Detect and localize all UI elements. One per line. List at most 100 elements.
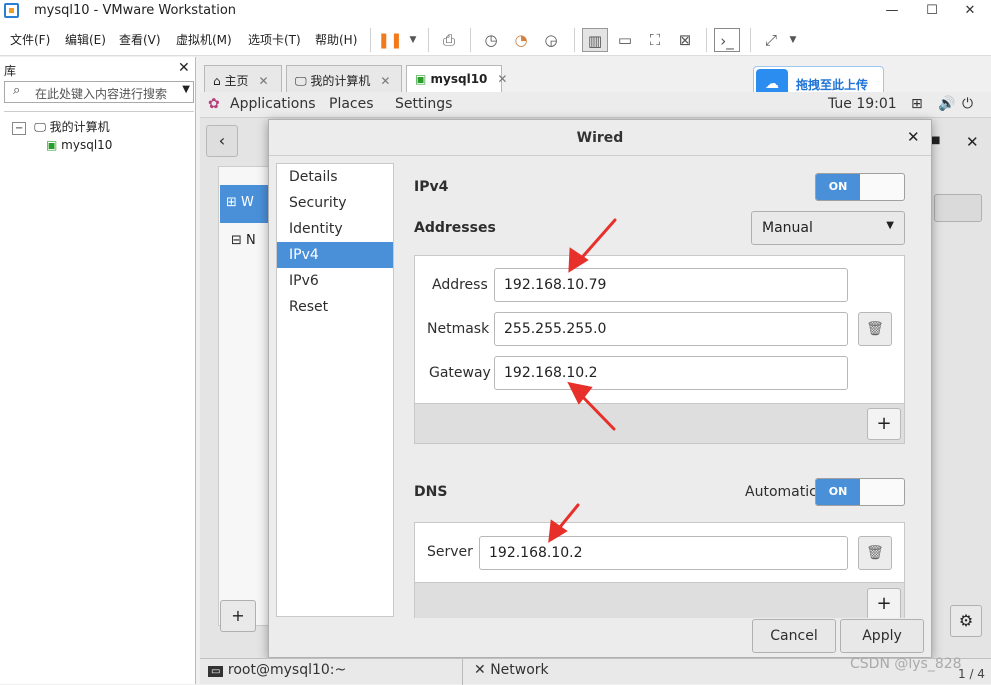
- addresses-heading: Addresses: [414, 220, 496, 236]
- gateway-label: Gateway: [429, 365, 491, 381]
- taskbar-item-terminal[interactable]: ▭ root@mysql10:~: [208, 662, 346, 684]
- device-switch[interactable]: [934, 194, 982, 222]
- collapse-icon[interactable]: −: [12, 122, 27, 135]
- chevron-down-icon[interactable]: ▼: [780, 28, 806, 52]
- console-icon[interactable]: ›_: [714, 28, 740, 52]
- maximize-button[interactable]: ☐: [912, 0, 952, 22]
- close-window-button[interactable]: ✕: [950, 0, 990, 22]
- settings-minimize-button[interactable]: ■: [931, 135, 940, 146]
- minimize-button[interactable]: —: [872, 0, 912, 22]
- library-tree: − 🖵 我的计算机 ▣ mysql10: [4, 111, 194, 681]
- network-status-icon[interactable]: ⊞: [911, 96, 923, 112]
- netmask-field[interactable]: 255.255.255.0: [494, 312, 848, 346]
- netmask-label: Netmask: [427, 321, 490, 337]
- taskbar-item-label: Network: [490, 662, 549, 678]
- gateway-field[interactable]: 192.168.10.2: [494, 356, 848, 390]
- close-icon[interactable]: ✕: [497, 72, 507, 86]
- tab-mysql10[interactable]: ▣ mysql10 ✕: [406, 65, 507, 92]
- settings-close-button[interactable]: ✕: [966, 133, 979, 151]
- thumbnail-view-icon[interactable]: ▭: [612, 28, 638, 52]
- dialog-close-button[interactable]: ✕: [907, 128, 920, 146]
- dns-automatic-label: Automatic: [745, 484, 817, 500]
- sidebar-item-identity[interactable]: Identity: [277, 216, 393, 242]
- addresses-method-select[interactable]: Manual ▼: [751, 211, 905, 245]
- add-dns-button[interactable]: +: [867, 588, 901, 618]
- library-close-button[interactable]: ✕: [178, 60, 190, 76]
- sidebar-item-reset[interactable]: Reset: [277, 294, 393, 320]
- gnome-top-bar: ✿ Applications Places Settings Tue 19:01…: [200, 92, 991, 118]
- tools-icon: ✕: [474, 662, 486, 678]
- device-wired-item[interactable]: ⊞ W: [220, 185, 270, 223]
- menu-view[interactable]: 查看(V): [119, 31, 161, 48]
- dns-footer: +: [415, 582, 904, 618]
- taskbar-item-label: root@mysql10:~: [227, 662, 347, 678]
- toolbar-separator: [706, 28, 707, 52]
- tab-my-computer[interactable]: 🖵 我的计算机 ✕: [286, 65, 402, 92]
- menu-edit[interactable]: 编辑(E): [65, 31, 106, 48]
- chevron-down-icon[interactable]: ▼: [400, 28, 426, 52]
- sidebar-item-details[interactable]: Details: [277, 164, 393, 190]
- gear-icon[interactable]: ⚙: [950, 605, 982, 637]
- menu-file[interactable]: 文件(F): [10, 31, 50, 48]
- menu-vm[interactable]: 虚拟机(M): [176, 31, 232, 48]
- cancel-button[interactable]: Cancel: [752, 619, 836, 653]
- vm-running-icon: ▣: [415, 72, 427, 86]
- switch-on-label: ON: [816, 479, 860, 505]
- taskbar-item-network[interactable]: ✕ Network: [474, 662, 549, 684]
- add-address-button[interactable]: +: [867, 408, 901, 440]
- dns-automatic-toggle[interactable]: ON: [815, 478, 905, 506]
- sidebar-item-security[interactable]: Security: [277, 190, 393, 216]
- apply-button[interactable]: Apply: [840, 619, 924, 653]
- add-device-button[interactable]: +: [220, 600, 256, 632]
- unity-icon[interactable]: ⊠: [672, 28, 698, 52]
- ipv4-toggle[interactable]: ON: [815, 173, 905, 201]
- window-title: mysql10 - VMware Workstation: [34, 3, 237, 18]
- upload-label: 拖拽至此上传: [796, 78, 869, 92]
- close-icon[interactable]: ✕: [380, 74, 390, 88]
- library-search-input[interactable]: ⌕ 在此处键入内容进行搜索 ▼: [4, 81, 194, 103]
- snapshot-manager-icon[interactable]: ◶: [538, 28, 564, 52]
- toolbar-separator: [470, 28, 471, 52]
- watermark: CSDN @lys_828: [850, 656, 962, 672]
- menu-tabs[interactable]: 选项卡(T): [248, 31, 301, 48]
- toolbar-separator: [428, 28, 429, 52]
- dialog-sidebar: Details Security Identity IPv4 IPv6 Rese…: [276, 163, 394, 617]
- address-field[interactable]: 192.168.10.79: [494, 268, 848, 302]
- toolbar-separator: [370, 28, 371, 52]
- tree-item-my-computer[interactable]: − 🖵 我的计算机: [12, 118, 110, 135]
- tab-home[interactable]: ⌂ 主页 ✕: [204, 65, 282, 92]
- taskbar-separator: [462, 659, 463, 685]
- trash-icon[interactable]: 🗑: [858, 536, 892, 570]
- sidebar-item-ipv4[interactable]: IPv4: [277, 242, 393, 268]
- dropdown-arrow-icon: ▼: [886, 220, 894, 231]
- dns-server-field[interactable]: 192.168.10.2: [479, 536, 848, 570]
- send-keys-icon[interactable]: ⎙: [436, 28, 462, 52]
- volume-icon[interactable]: 🔊: [938, 96, 955, 112]
- applications-menu[interactable]: Applications: [230, 96, 316, 112]
- device-label: W: [241, 195, 254, 210]
- tree-item-mysql10[interactable]: ▣ mysql10: [46, 138, 112, 152]
- menu-help[interactable]: 帮助(H): [315, 31, 357, 48]
- workspace-pager[interactable]: 1 / 4: [958, 667, 985, 681]
- tree-item-label: mysql10: [61, 138, 113, 152]
- toolbar-separator: [750, 28, 751, 52]
- library-title: 库: [4, 64, 17, 78]
- trash-icon[interactable]: 🗑: [858, 312, 892, 346]
- switch-on-label: ON: [816, 174, 860, 200]
- computer-icon: 🖵: [295, 74, 307, 88]
- addresses-footer: +: [415, 403, 904, 443]
- power-icon[interactable]: ⏻: [962, 96, 973, 112]
- settings-menu[interactable]: Settings: [395, 96, 452, 112]
- snapshot-icon[interactable]: ◷: [478, 28, 504, 52]
- places-menu[interactable]: Places: [329, 96, 374, 112]
- library-view-icon[interactable]: ▥: [582, 28, 608, 52]
- clock[interactable]: Tue 19:01: [828, 96, 897, 112]
- device-network-proxy-item[interactable]: ⊟ N: [231, 233, 256, 248]
- back-button[interactable]: ‹: [206, 125, 238, 157]
- fullscreen-icon[interactable]: ⛶: [642, 28, 668, 52]
- chevron-down-icon[interactable]: ▼: [182, 84, 190, 95]
- close-icon[interactable]: ✕: [258, 74, 268, 88]
- sidebar-item-ipv6[interactable]: IPv6: [277, 268, 393, 294]
- revert-snapshot-icon[interactable]: ◔: [508, 28, 534, 52]
- menu-bar: 文件(F) 编辑(E) 查看(V) 虚拟机(M) 选项卡(T) 帮助(H) ❚❚…: [0, 22, 991, 56]
